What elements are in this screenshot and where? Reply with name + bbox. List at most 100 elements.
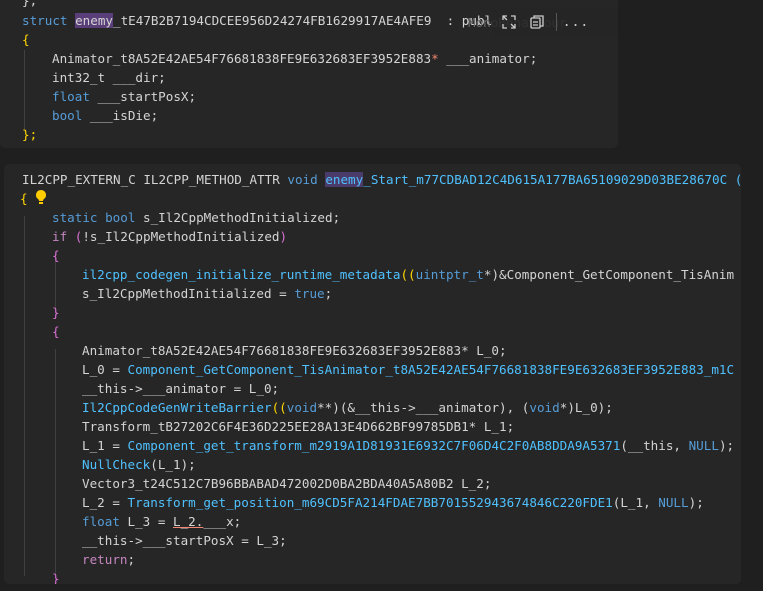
code-line: }; (22, 0, 37, 10)
struct-name: _tE47B2B7194CDCEE956D24274FB1629917AE4AF… (113, 13, 432, 28)
code-line: NullCheck(L_1); (82, 455, 196, 474)
paren: ) (279, 229, 288, 244)
code-line: Animator_t8A52E42AE54F76681838FE9E632683… (52, 49, 537, 68)
function-name: Component_get_transform_m2919A1D81931E69… (127, 438, 621, 453)
code-block-struct: }; struct enemy_tE47B2B7194CDCEE956D2427… (0, 0, 618, 148)
copy-code-icon[interactable] (528, 13, 546, 31)
paren: ( (67, 229, 83, 244)
paren: (( (271, 400, 287, 415)
code-line: static bool s_Il2CppMethodInitialized; (52, 208, 340, 227)
highlighted-identifier: enemy (325, 172, 364, 187)
keyword: float (82, 514, 120, 529)
highlighted-identifier: enemy (75, 13, 114, 28)
code-token: __this->___animator = L_0; (82, 381, 280, 396)
code-token: (L_1, (612, 495, 659, 510)
code-line: __this->___startPosX = L_3; (82, 531, 287, 550)
code-line: L_2 = Transform_get_position_m69CD5FA214… (82, 493, 704, 512)
code-line: } (52, 569, 60, 584)
keyword: void (529, 400, 560, 415)
code-line: s_Il2CppMethodInitialized = true; (82, 284, 332, 303)
code-token: (__this, (620, 438, 689, 453)
type-name: Animator_t8A52E42AE54F76681838FE9E632683… (52, 51, 432, 66)
indent-guide (24, 216, 25, 576)
field-name: ___dir; (105, 70, 166, 85)
keyword: void (286, 400, 318, 415)
field-name: ___isDie; (82, 108, 159, 123)
code-block-toolbar: ... (492, 8, 618, 36)
code-token: ; (324, 286, 333, 301)
lightbulb-icon[interactable] (34, 189, 48, 205)
brace: } (52, 571, 60, 584)
code-line: Il2CppCodeGenWriteBarrier((void**)(&__th… (82, 398, 613, 417)
code-line: IL2CPP_EXTERN_C IL2CPP_METHOD_ATTR void … (22, 170, 741, 189)
code-token: ); (718, 438, 735, 453)
code-line: } (52, 303, 60, 322)
brace: { (52, 324, 60, 339)
code-token: L_3 = (119, 514, 173, 529)
code-line: L_1 = Component_get_transform_m2919A1D81… (82, 436, 734, 455)
code-token: L_1 = (82, 438, 128, 453)
paren: (( (400, 267, 416, 282)
code-line: { (20, 189, 28, 208)
keyword: bool (52, 108, 83, 123)
code-line: int32_t ___dir; (52, 68, 166, 87)
keyword: struct (22, 13, 68, 28)
keyword: NULL (658, 495, 689, 510)
brace: }; (22, 127, 38, 142)
keyword: bool (105, 210, 136, 225)
keyword: return (82, 552, 128, 567)
function-name: Transform_get_position_m69CD5FA214FDAE7B… (127, 495, 613, 510)
code-line: __this->___animator = L_0; (82, 379, 279, 398)
keyword: if (52, 229, 68, 244)
function-name: il2cpp_codegen_initialize_runtime_metada… (82, 267, 401, 282)
code-token: Transform_tB27202C6F4E36D225EE28A13E4D66… (82, 419, 515, 434)
expand-icon[interactable] (500, 13, 518, 31)
code-token: ); (688, 495, 704, 510)
code-line: }; (22, 125, 37, 144)
code-line: float ___startPosX; (52, 87, 196, 106)
code-token: L_2. (173, 514, 204, 529)
type-name: int32_t (52, 70, 106, 85)
keyword: void (287, 172, 318, 187)
code-token: }; (22, 0, 38, 8)
code-token: Animator_t8A52E42AE54F76681838FE9E632683… (82, 343, 507, 358)
code-line: il2cpp_codegen_initialize_runtime_metada… (82, 265, 734, 284)
brace: { (52, 248, 60, 263)
code-token: __this->___startPosX = L_3; (82, 533, 287, 548)
indent-guide (55, 349, 56, 575)
code-line: { (52, 246, 60, 265)
code-line: return; (82, 550, 135, 569)
code-token: s_Il2CppMethodInitialized = (82, 286, 295, 301)
type-name: uintptr_t (415, 267, 484, 282)
code-line: Transform_tB27202C6F4E36D225EE28A13E4D66… (82, 417, 514, 436)
code-token: IL2CPP_EXTERN_C IL2CPP_METHOD_ATTR (22, 172, 288, 187)
keyword: float (52, 89, 90, 104)
function-name: Component_GetComponent_TisAnimator_t8A52… (127, 362, 735, 377)
function-name: Il2CppCodeGenWriteBarrier (82, 400, 272, 415)
code-line: { (22, 30, 30, 49)
code-line: float L_3 = L_2.___x; (82, 512, 241, 531)
condition: !s_Il2CppMethodInitialized (82, 229, 280, 244)
brace: { (20, 191, 28, 206)
code-token: L_0 = (82, 362, 128, 377)
variable-name: s_Il2CppMethodInitialized; (135, 210, 341, 225)
code-token: ___x; (203, 514, 242, 529)
code-line: Animator_t8A52E42AE54F76681838FE9E632683… (82, 341, 507, 360)
code-line: Vector3_t24C512C7B96BBABAD472002D0BA2BDA… (82, 474, 491, 493)
code-line: { (52, 322, 60, 341)
field-name: ___animator; (438, 51, 538, 66)
code-token: Vector3_t24C512C7B96BBABAD472002D0BA2BDA… (82, 476, 492, 491)
toolbar-separator (556, 13, 557, 31)
more-label: ... (562, 14, 590, 30)
brace: } (52, 305, 60, 320)
more-icon[interactable]: ... (563, 13, 588, 31)
code-line: bool ___isDie; (52, 106, 158, 125)
code-token: *)L_0); (559, 400, 613, 415)
code-line: if (!s_Il2CppMethodInitialized) (52, 227, 287, 246)
code-token: ; (127, 552, 136, 567)
code-line: L_0 = Component_GetComponent_TisAnimator… (82, 360, 734, 379)
function-name: NullCheck (82, 457, 151, 472)
code-token: *)&Component_GetComponent_TisAnim (483, 267, 735, 282)
brace: { (22, 32, 30, 47)
code-token: L_2 = (82, 495, 128, 510)
